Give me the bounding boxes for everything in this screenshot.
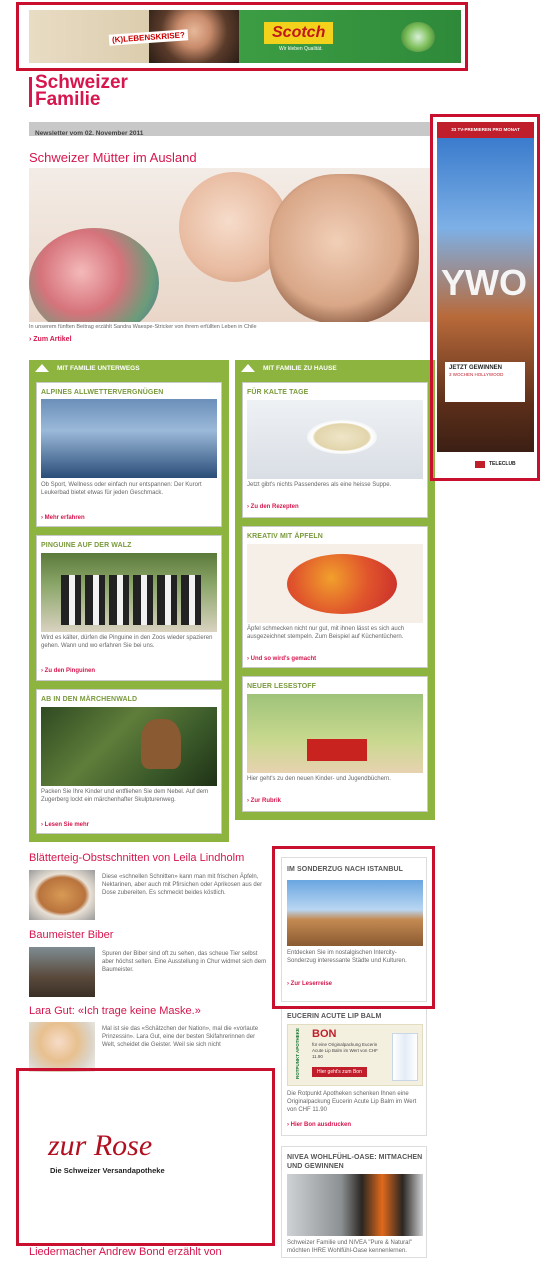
article-text-laragut: Mal ist sie das «Schätzchen der Nation»,… bbox=[102, 1026, 259, 1048]
box-title: NIVEA WOHLFÜHL-OASE: MITMACHEN UND GEWIN… bbox=[287, 1154, 423, 1170]
box-link[interactable]: › Hier Bon ausdrucken bbox=[287, 1122, 351, 1128]
col-left-icon bbox=[35, 364, 49, 372]
card-text: Jetzt gibt's nichts Passenderes als eine… bbox=[247, 482, 392, 488]
card-title: KREATIV MIT ÄPFELN bbox=[247, 533, 323, 540]
house-icon bbox=[241, 364, 255, 372]
card-text: Ob Sport, Wellness oder einfach nur ents… bbox=[41, 482, 202, 496]
fireplace-photo bbox=[287, 1174, 423, 1236]
bon-label: BON bbox=[312, 1028, 337, 1040]
side-ad-highlight bbox=[430, 114, 540, 481]
forest-photo bbox=[41, 707, 217, 786]
reading-kids-photo bbox=[247, 694, 423, 773]
box-eucerin[interactable]: EUCERIN ACUTE LIP BALM ROTPUNKT APOTHEKE… bbox=[281, 1008, 427, 1136]
card-title: ALPINES ALLWETTERVERGNÜGEN bbox=[41, 389, 164, 396]
col-left-header: MIT FAMILIE UNTERWEGS bbox=[57, 365, 140, 372]
article-title-laragut[interactable]: Lara Gut: «Ich trage keine Maske.» bbox=[29, 1005, 201, 1017]
box-text: Die Rotpunkt Apotheken schenken Ihnen ei… bbox=[287, 1091, 417, 1113]
box-text: Schweizer Familie und NIVEA "Pure & Natu… bbox=[287, 1240, 412, 1254]
card-text: Äpfel schmecken nicht nur gut, mit ihnen… bbox=[247, 626, 405, 640]
masthead-bar bbox=[29, 77, 32, 107]
book-image bbox=[307, 739, 367, 761]
article-title-bond[interactable]: Liedermacher Andrew Bond erzählt von bbox=[29, 1246, 222, 1258]
card-link[interactable]: › Zur Rubrik bbox=[247, 798, 281, 804]
zurrose-ad-highlight bbox=[16, 1068, 275, 1246]
mother-face bbox=[269, 174, 419, 322]
card-title: NEUER LESESTOFF bbox=[247, 683, 317, 690]
masthead-logo[interactable]: Schweizer Familie bbox=[35, 73, 128, 110]
card-text: Packen Sie Ihre Kinder und entfliehen Si… bbox=[41, 789, 209, 803]
soup-photo bbox=[247, 400, 423, 479]
newsletter-date-bar: Newsletter vom 02. November 2011 bbox=[29, 122, 431, 137]
box-nivea[interactable]: NIVEA WOHLFÜHL-OASE: MITMACHEN UND GEWIN… bbox=[281, 1146, 427, 1258]
pastry-thumb[interactable] bbox=[29, 870, 95, 920]
laragut-thumb[interactable] bbox=[29, 1022, 95, 1072]
card-link[interactable]: › Und so wird's gemacht bbox=[247, 656, 316, 662]
istanbul-box-highlight bbox=[272, 846, 435, 1009]
hero-title[interactable]: Schweizer Mütter im Ausland bbox=[29, 150, 197, 165]
thermal-bath-photo bbox=[41, 399, 217, 478]
card-apples[interactable]: KREATIV MIT ÄPFELN Äpfel schmecken nicht… bbox=[242, 526, 428, 668]
bear-sculpture bbox=[141, 719, 181, 769]
bon-coupon[interactable]: ROTPUNKT APOTHEKE BON für eine Originalp… bbox=[287, 1024, 423, 1086]
bon-text: für eine Originalpackung Eucerin Acute L… bbox=[312, 1042, 378, 1059]
masthead-line2: Familie bbox=[35, 89, 101, 110]
rotpunkt-vertical: ROTPUNKT APOTHEKE bbox=[295, 1027, 301, 1080]
card-text: Wird es kälter, dürfen die Pinguine in d… bbox=[41, 635, 213, 649]
card-text: Hier geht's zu den neuen Kinder- und Jug… bbox=[247, 776, 391, 782]
penguin-group bbox=[61, 575, 201, 625]
card-link[interactable]: › Lesen Sie mehr bbox=[41, 822, 89, 828]
card-alpine[interactable]: ALPINES ALLWETTERVERGNÜGEN Ob Sport, Wel… bbox=[36, 382, 222, 527]
lip-balm-product bbox=[392, 1033, 418, 1081]
box-title: EUCERIN ACUTE LIP BALM bbox=[287, 1013, 382, 1020]
apple-stamp-photo bbox=[247, 544, 423, 623]
card-reading[interactable]: NEUER LESESTOFF Hier geht's zu den neuen… bbox=[242, 676, 428, 812]
newsletter-date: Newsletter vom 02. November 2011 bbox=[35, 130, 144, 137]
card-title: AB IN DEN MÄRCHENWALD bbox=[41, 696, 138, 703]
bon-button[interactable]: Hier geht's zum Bon bbox=[312, 1067, 367, 1077]
hero-photo[interactable] bbox=[29, 168, 431, 322]
article-text-beaver: Spuren der Biber sind oft zu sehen, das … bbox=[102, 951, 267, 973]
card-title: PINGUINE AUF DER WALZ bbox=[41, 542, 132, 549]
top-ad-highlight bbox=[16, 2, 468, 71]
soup-bowl bbox=[307, 420, 377, 454]
card-title: FÜR KALTE TAGE bbox=[247, 389, 309, 396]
apple-print bbox=[287, 554, 397, 614]
article-title-beaver[interactable]: Baumeister Biber bbox=[29, 929, 113, 941]
card-link[interactable]: › Zu den Rezepten bbox=[247, 504, 299, 510]
card-link[interactable]: › Zu den Pinguinen bbox=[41, 668, 95, 674]
article-text-pastry: Diese «schnellen Schnitten» kann man mit… bbox=[102, 874, 263, 896]
col-right-header: MIT FAMILIE ZU HAUSE bbox=[263, 365, 337, 372]
beaver-thumb[interactable] bbox=[29, 947, 95, 997]
penguins-photo bbox=[41, 553, 217, 632]
card-link[interactable]: › Mehr erfahren bbox=[41, 515, 85, 521]
card-cold-days[interactable]: FÜR KALTE TAGE Jetzt gibt's nichts Passe… bbox=[242, 382, 428, 518]
hero-caption: In unserem fünften Beitrag erzählt Sandr… bbox=[29, 324, 257, 330]
article-title-pastry[interactable]: Blätterteig-Obstschnitten von Leila Lind… bbox=[29, 852, 244, 864]
hero-link[interactable]: › Zum Artikel bbox=[29, 336, 72, 343]
card-fairy-forest[interactable]: AB IN DEN MÄRCHENWALD Packen Sie Ihre Ki… bbox=[36, 689, 222, 834]
globe-image bbox=[29, 228, 159, 322]
card-penguins[interactable]: PINGUINE AUF DER WALZ Wird es kälter, dü… bbox=[36, 535, 222, 681]
